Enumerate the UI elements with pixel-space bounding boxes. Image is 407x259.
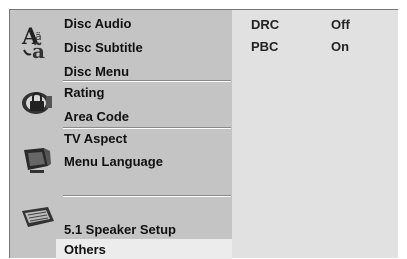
separator: [63, 127, 231, 129]
menu-item-rating[interactable]: Rating: [64, 85, 104, 100]
svg-text:ã: ã: [32, 39, 45, 63]
menu-item-menu-language[interactable]: Menu Language: [64, 154, 163, 169]
separator: [63, 80, 231, 82]
menu-item-disc-menu[interactable]: Disc Menu: [64, 64, 129, 79]
menu-item-tv-aspect[interactable]: TV Aspect: [64, 131, 127, 146]
menu-item-others-label: Others: [64, 242, 106, 257]
separator: [63, 195, 231, 197]
menu-item-disc-audio[interactable]: Disc Audio: [64, 16, 131, 31]
language-icon: A ä ã: [20, 20, 56, 69]
lock-rating-icon: [20, 90, 56, 121]
menu-item-area-code[interactable]: Area Code: [64, 109, 129, 124]
setting-label-drc: DRC: [251, 17, 280, 32]
setting-value-pbc[interactable]: On: [331, 39, 349, 54]
setup-menu-sidebar: A ä ã Disc Audio Disc Subtitle Disc Menu…: [10, 10, 232, 259]
setting-label-pbc: PBC: [251, 39, 279, 54]
setting-value-drc[interactable]: Off: [331, 17, 350, 32]
speaker-setup-icon: [20, 205, 56, 236]
menu-item-disc-subtitle[interactable]: Disc Subtitle: [64, 40, 143, 55]
settings-panel: DRC Off PBC On: [232, 10, 398, 258]
menu-item-others-selected[interactable]: Others: [56, 239, 232, 259]
menu-item-speaker-setup[interactable]: 5.1 Speaker Setup: [64, 222, 176, 237]
setup-menu-window: A ä ã Disc Audio Disc Subtitle Disc Menu…: [9, 9, 398, 259]
tv-icon: [20, 142, 54, 181]
